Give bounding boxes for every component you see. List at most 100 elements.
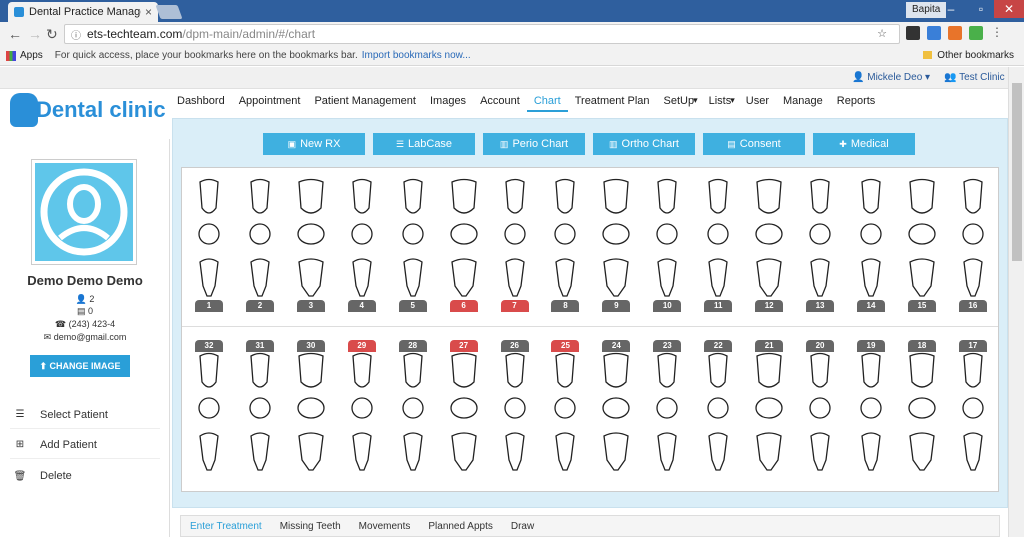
tooth-32[interactable]: 32	[184, 340, 234, 474]
tooth-number-badge[interactable]: 23	[653, 340, 682, 352]
tooth-14[interactable]: 14	[846, 178, 896, 312]
tooth-diagram[interactable]	[549, 352, 581, 474]
tooth-number-badge[interactable]: 12	[755, 300, 784, 312]
forward-arrow-icon[interactable]: →	[28, 26, 42, 42]
clinic-menu[interactable]: 👥 Test Clinic	[944, 72, 1005, 83]
tooth-2[interactable]: 2	[235, 178, 285, 312]
nav-item-treatment-plan[interactable]: Treatment Plan	[568, 92, 657, 112]
tooth-diagram[interactable]	[346, 178, 378, 300]
tooth-number-badge[interactable]: 6	[449, 300, 478, 312]
tooth-29[interactable]: 29	[337, 340, 387, 474]
tooth-4[interactable]: 4	[337, 178, 387, 312]
new-rx-button[interactable]: ▣ New RX	[263, 133, 365, 155]
tooth-diagram[interactable]	[702, 352, 734, 474]
tooth-8[interactable]: 8	[540, 178, 590, 312]
nav-item-appointment[interactable]: Appointment	[232, 92, 308, 112]
tooth-number-badge[interactable]: 11	[704, 300, 733, 312]
tooth-28[interactable]: 28	[388, 340, 438, 474]
tooth-number-badge[interactable]: 22	[704, 340, 733, 352]
browser-tab[interactable]: Dental Practice Managen ×	[8, 2, 158, 22]
tooth-number-badge[interactable]: 2	[245, 300, 274, 312]
tooth-15[interactable]: 15	[897, 178, 947, 312]
tooth-diagram[interactable]	[346, 352, 378, 474]
nav-item-account[interactable]: Account	[473, 92, 527, 112]
perio-chart-button[interactable]: ▥ Perio Chart	[483, 133, 585, 155]
tooth-diagram[interactable]	[753, 178, 785, 300]
tooth-number-badge[interactable]: 31	[245, 340, 274, 352]
tooth-number-badge[interactable]: 25	[551, 340, 580, 352]
tooth-25[interactable]: 25	[540, 340, 590, 474]
user-menu[interactable]: 👤 Mickele Deo ▾	[852, 72, 930, 83]
select-patient-item[interactable]: ☰ Select Patient	[10, 401, 160, 429]
labcase-button[interactable]: ☰ LabCase	[373, 133, 475, 155]
tooth-number-badge[interactable]: 26	[500, 340, 529, 352]
tooth-diagram[interactable]	[193, 352, 225, 474]
consent-button[interactable]: ▤ Consent	[703, 133, 805, 155]
tooth-31[interactable]: 31	[235, 340, 285, 474]
tooth-number-badge[interactable]: 29	[347, 340, 376, 352]
tooth-diagram[interactable]	[499, 352, 531, 474]
tooth-24[interactable]: 24	[591, 340, 641, 474]
close-icon[interactable]: ×	[145, 5, 152, 19]
tooth-number-badge[interactable]: 9	[602, 300, 631, 312]
tooth-number-badge[interactable]: 13	[806, 300, 835, 312]
tooth-number-badge[interactable]: 7	[500, 300, 529, 312]
nav-item-manage[interactable]: Manage	[776, 92, 830, 112]
tooth-number-badge[interactable]: 20	[806, 340, 835, 352]
nav-item-images[interactable]: Images	[423, 92, 473, 112]
tooth-diagram[interactable]	[600, 352, 632, 474]
url-input[interactable]: ⓘ ets-techteam.com /dpm-main/admin/#/cha…	[64, 24, 900, 44]
page-scrollbar[interactable]	[1008, 67, 1024, 537]
back-arrow-icon[interactable]: ←	[8, 26, 22, 42]
tooth-13[interactable]: 13	[795, 178, 845, 312]
tooth-22[interactable]: 22	[693, 340, 743, 474]
menu-dots-icon[interactable]: ⋮	[990, 26, 1004, 40]
bookmark-apps[interactable]: Apps	[20, 50, 43, 61]
tooth-10[interactable]: 10	[642, 178, 692, 312]
nav-item-user[interactable]: User	[739, 92, 776, 112]
import-bookmarks-link[interactable]: Import bookmarks now...	[362, 50, 471, 61]
tooth-20[interactable]: 20	[795, 340, 845, 474]
tooth-number-badge[interactable]: 1	[195, 300, 223, 312]
tooth-3[interactable]: 3	[286, 178, 336, 312]
tooth-number-badge[interactable]: 32	[195, 340, 223, 352]
tooth-diagram[interactable]	[193, 178, 225, 300]
tooth-number-badge[interactable]: 8	[551, 300, 580, 312]
delete-item[interactable]: 🗑 Delete	[10, 462, 160, 490]
tooth-diagram[interactable]	[600, 178, 632, 300]
extension-icon[interactable]	[969, 26, 983, 40]
tooth-diagram[interactable]	[499, 178, 531, 300]
scrollbar-thumb[interactable]	[1012, 83, 1022, 261]
tooth-30[interactable]: 30	[286, 340, 336, 474]
tooth-diagram[interactable]	[397, 178, 429, 300]
tooth-diagram[interactable]	[651, 178, 683, 300]
tooth-diagram[interactable]	[804, 178, 836, 300]
tooth-number-badge[interactable]: 30	[296, 340, 325, 352]
tooth-number-badge[interactable]: 17	[958, 340, 987, 352]
apps-icon[interactable]	[6, 50, 16, 61]
tooth-number-badge[interactable]: 21	[755, 340, 784, 352]
tooth-diagram[interactable]	[957, 178, 989, 300]
info-icon[interactable]: ⓘ	[71, 27, 81, 42]
maximize-button[interactable]: ▫	[966, 0, 996, 18]
nav-item-dashbord[interactable]: Dashbord	[170, 92, 232, 112]
tooth-diagram[interactable]	[244, 352, 276, 474]
add-patient-item[interactable]: ⊞ Add Patient	[10, 431, 160, 459]
tab-movements[interactable]: Movements	[350, 516, 420, 536]
tooth-16[interactable]: 16	[948, 178, 998, 312]
extension-icon[interactable]	[927, 26, 941, 40]
tooth-diagram[interactable]	[855, 352, 887, 474]
medical-button[interactable]: ✚ Medical	[813, 133, 915, 155]
tooth-number-badge[interactable]: 14	[856, 300, 885, 312]
tooth-diagram[interactable]	[906, 352, 938, 474]
tooth-5[interactable]: 5	[388, 178, 438, 312]
tooth-number-badge[interactable]: 5	[398, 300, 427, 312]
tooth-number-badge[interactable]: 19	[856, 340, 885, 352]
extension-icon[interactable]	[906, 26, 920, 40]
tooth-diagram[interactable]	[651, 352, 683, 474]
tooth-23[interactable]: 23	[642, 340, 692, 474]
tooth-number-badge[interactable]: 4	[347, 300, 376, 312]
tab-planned-appts[interactable]: Planned Appts	[419, 516, 502, 536]
tooth-7[interactable]: 7	[490, 178, 540, 312]
ortho-chart-button[interactable]: ▥ Ortho Chart	[593, 133, 695, 155]
